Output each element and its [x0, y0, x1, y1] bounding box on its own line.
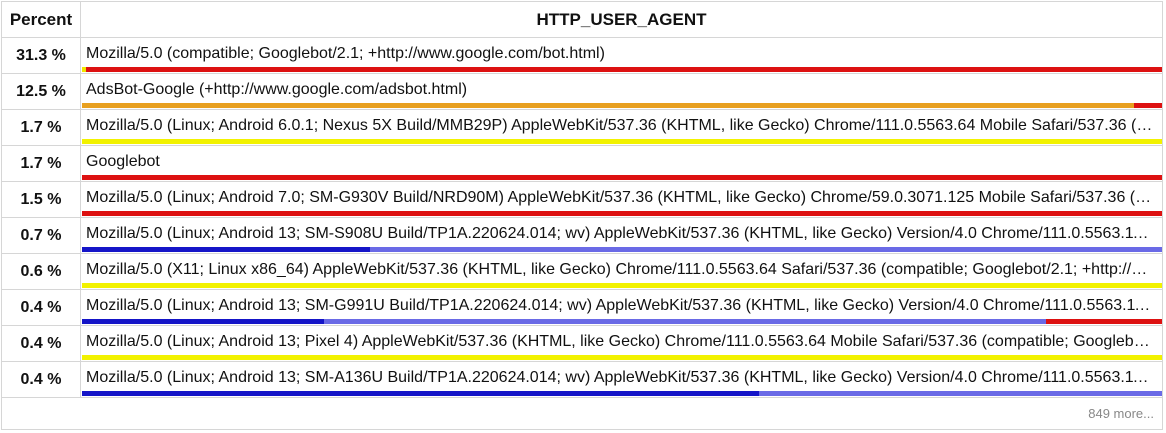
table-row[interactable]: 0.4 % Mozilla/5.0 (Linux; Android 13; SM-…: [1, 361, 1163, 398]
user-agent-cell[interactable]: Mozilla/5.0 (Linux; Android 7.0; SM-G930…: [80, 181, 1163, 218]
share-bar-segment: [370, 247, 1162, 252]
share-bar-segment: [82, 103, 1134, 108]
percent-cell: 0.6 %: [1, 253, 81, 290]
share-bar: [82, 247, 1162, 252]
more-link[interactable]: 849 more...: [1, 397, 1163, 430]
percent-cell: 12.5 %: [1, 73, 81, 110]
user-agent-cell[interactable]: Mozilla/5.0 (Linux; Android 13; Pixel 4)…: [80, 325, 1163, 362]
user-agent-text: Mozilla/5.0 (X11; Linux x86_64) AppleWeb…: [86, 261, 1156, 278]
share-bar-segment: [82, 211, 1162, 216]
table-row[interactable]: 1.7 % Mozilla/5.0 (Linux; Android 6.0.1; …: [1, 109, 1163, 146]
table-row[interactable]: 0.7 % Mozilla/5.0 (Linux; Android 13; SM-…: [1, 217, 1163, 254]
user-agent-cell[interactable]: Googlebot: [80, 145, 1163, 182]
share-bar: [82, 103, 1162, 108]
percent-cell: 0.4 %: [1, 289, 81, 326]
table-row[interactable]: 31.3 % Mozilla/5.0 (compatible; Googlebot…: [1, 37, 1163, 74]
user-agent-cell[interactable]: Mozilla/5.0 (Linux; Android 6.0.1; Nexus…: [80, 109, 1163, 146]
table-row[interactable]: 1.7 % Googlebot: [1, 145, 1163, 182]
share-bar-segment: [759, 391, 1162, 396]
user-agent-text: Mozilla/5.0 (Linux; Android 13; SM-G991U…: [86, 297, 1156, 314]
share-bar-segment: [82, 139, 1162, 144]
share-bar-segment: [323, 319, 1047, 324]
share-bar-segment: [1133, 103, 1162, 108]
share-bar-segment: [82, 391, 760, 396]
user-agent-text: Googlebot: [86, 153, 160, 170]
table-row[interactable]: 0.4 % Mozilla/5.0 (Linux; Android 13; SM-…: [1, 289, 1163, 326]
percent-cell: 0.4 %: [1, 361, 81, 398]
table-row[interactable]: 12.5 % AdsBot-Google (+http://www.google.…: [1, 73, 1163, 110]
share-bar-segment: [82, 175, 1162, 180]
user-agent-cell[interactable]: Mozilla/5.0 (Linux; Android 13; SM-S908U…: [80, 217, 1163, 254]
share-bar-segment: [82, 355, 1162, 360]
table-row[interactable]: 0.6 % Mozilla/5.0 (X11; Linux x86_64) App…: [1, 253, 1163, 290]
user-agent-text: Mozilla/5.0 (Linux; Android 13; Pixel 4)…: [86, 333, 1156, 350]
user-agent-cell[interactable]: Mozilla/5.0 (X11; Linux x86_64) AppleWeb…: [80, 253, 1163, 290]
user-agent-table: Percent HTTP_USER_AGENT 31.3 % Mozilla/5.…: [1, 1, 1163, 430]
user-agent-cell[interactable]: Mozilla/5.0 (Linux; Android 13; SM-G991U…: [80, 289, 1163, 326]
table-row[interactable]: 0.4 % Mozilla/5.0 (Linux; Android 13; Pix…: [1, 325, 1163, 362]
user-agent-text: Mozilla/5.0 (Linux; Android 13; SM-A136U…: [86, 369, 1156, 386]
percent-cell: 1.5 %: [1, 181, 81, 218]
percent-column-header[interactable]: Percent: [1, 1, 81, 38]
user-agent-text: Mozilla/5.0 (compatible; Googlebot/2.1; …: [86, 45, 605, 62]
share-bar: [82, 139, 1162, 144]
table-row[interactable]: 1.5 % Mozilla/5.0 (Linux; Android 7.0; SM…: [1, 181, 1163, 218]
user-agent-text: Mozilla/5.0 (Linux; Android 7.0; SM-G930…: [86, 189, 1156, 206]
table-body: 31.3 % Mozilla/5.0 (compatible; Googlebot…: [1, 37, 1163, 398]
user-agent-column-header[interactable]: HTTP_USER_AGENT: [80, 1, 1163, 38]
share-bar-segment: [82, 283, 1162, 288]
share-bar-segment: [1046, 319, 1162, 324]
share-bar: [82, 211, 1162, 216]
user-agent-cell[interactable]: AdsBot-Google (+http://www.google.com/ad…: [80, 73, 1163, 110]
user-agent-cell[interactable]: Mozilla/5.0 (Linux; Android 13; SM-A136U…: [80, 361, 1163, 398]
share-bar-segment: [86, 67, 1162, 72]
user-agent-report: Percent HTTP_USER_AGENT 31.3 % Mozilla/5.…: [0, 0, 1164, 431]
percent-cell: 0.4 %: [1, 325, 81, 362]
share-bar: [82, 355, 1162, 360]
user-agent-text: AdsBot-Google (+http://www.google.com/ad…: [86, 81, 468, 98]
share-bar: [82, 175, 1162, 180]
share-bar: [82, 391, 1162, 396]
table-footer-row: 849 more...: [1, 397, 1163, 430]
percent-cell: 31.3 %: [1, 37, 81, 74]
share-bar: [82, 319, 1162, 324]
share-bar-segment: [82, 319, 324, 324]
percent-cell: 1.7 %: [1, 109, 81, 146]
user-agent-text: Mozilla/5.0 (Linux; Android 6.0.1; Nexus…: [86, 117, 1156, 134]
share-bar-segment: [82, 247, 371, 252]
table-header-row: Percent HTTP_USER_AGENT: [1, 1, 1163, 38]
percent-cell: 1.7 %: [1, 145, 81, 182]
user-agent-cell[interactable]: Mozilla/5.0 (compatible; Googlebot/2.1; …: [80, 37, 1163, 74]
share-bar: [82, 67, 1162, 72]
user-agent-text: Mozilla/5.0 (Linux; Android 13; SM-S908U…: [86, 225, 1156, 242]
share-bar: [82, 283, 1162, 288]
percent-cell: 0.7 %: [1, 217, 81, 254]
